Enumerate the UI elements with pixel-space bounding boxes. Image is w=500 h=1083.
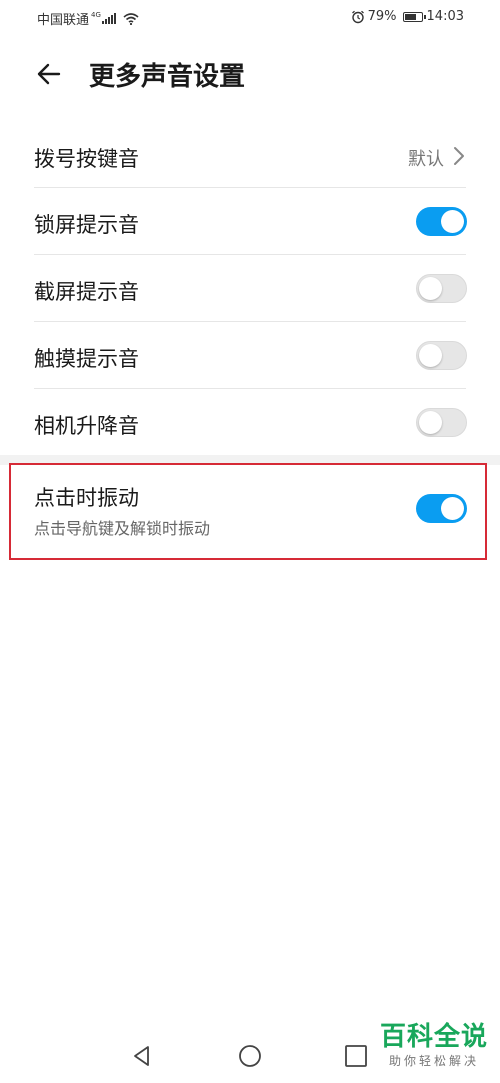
triangle-back-icon[interactable]: [128, 1042, 156, 1070]
battery-percent: 79%: [367, 9, 397, 24]
camera-lift-sound-row: 相机升降音: [0, 389, 500, 455]
chevron-right-icon: [454, 147, 464, 165]
header: 更多声音设置: [0, 40, 500, 108]
lock-sound-toggle[interactable]: [416, 207, 467, 236]
dial-tone-label: 拨号按键音: [34, 147, 139, 171]
arrow-left-icon: [37, 63, 61, 85]
page-title: 更多声音设置: [89, 62, 246, 92]
lock-sound-label: 锁屏提示音: [34, 213, 139, 237]
battery-icon: [402, 11, 426, 22]
camera-lift-sound-toggle[interactable]: [416, 408, 467, 437]
toggle-knob: [441, 210, 464, 233]
screenshot-sound-row: 截屏提示音: [0, 255, 500, 322]
highlight-box: [9, 463, 487, 560]
carrier-label: 中国联通: [37, 13, 90, 28]
touch-sound-row: 触摸提示音: [0, 322, 500, 389]
status-left: 中国联通 4G: [37, 9, 139, 28]
watermark: 百科全说 助你轻松解决: [380, 1022, 488, 1069]
watermark-title: 百科全说: [379, 1022, 488, 1052]
screenshot-sound-label: 截屏提示音: [34, 280, 139, 304]
back-button[interactable]: [30, 54, 70, 94]
wifi-icon: [123, 12, 139, 25]
camera-lift-sound-label: 相机升降音: [34, 414, 139, 438]
signal-icon: [101, 13, 117, 24]
watermark-subtitle: 助你轻松解决: [388, 1054, 479, 1068]
toggle-knob: [419, 344, 442, 367]
clock: 14:03: [426, 9, 464, 24]
screenshot-sound-toggle[interactable]: [416, 274, 467, 303]
battery-fill: [404, 13, 416, 20]
toggle-knob: [419, 277, 442, 300]
alarm-icon: [351, 10, 364, 23]
network-type: 4G: [91, 11, 101, 19]
square-recent-icon[interactable]: [342, 1042, 370, 1070]
dial-tone-row[interactable]: 拨号按键音 默认: [0, 122, 500, 188]
toggle-knob: [419, 411, 442, 434]
dial-tone-value: 默认: [408, 149, 444, 170]
lock-sound-row: 锁屏提示音: [0, 188, 500, 255]
status-bar: 中国联通 4G 79% 14:03: [0, 0, 500, 36]
touch-sound-toggle[interactable]: [416, 341, 467, 370]
circle-home-icon[interactable]: [236, 1042, 264, 1070]
touch-sound-label: 触摸提示音: [34, 347, 139, 371]
status-right: 79% 14:03: [351, 9, 464, 24]
